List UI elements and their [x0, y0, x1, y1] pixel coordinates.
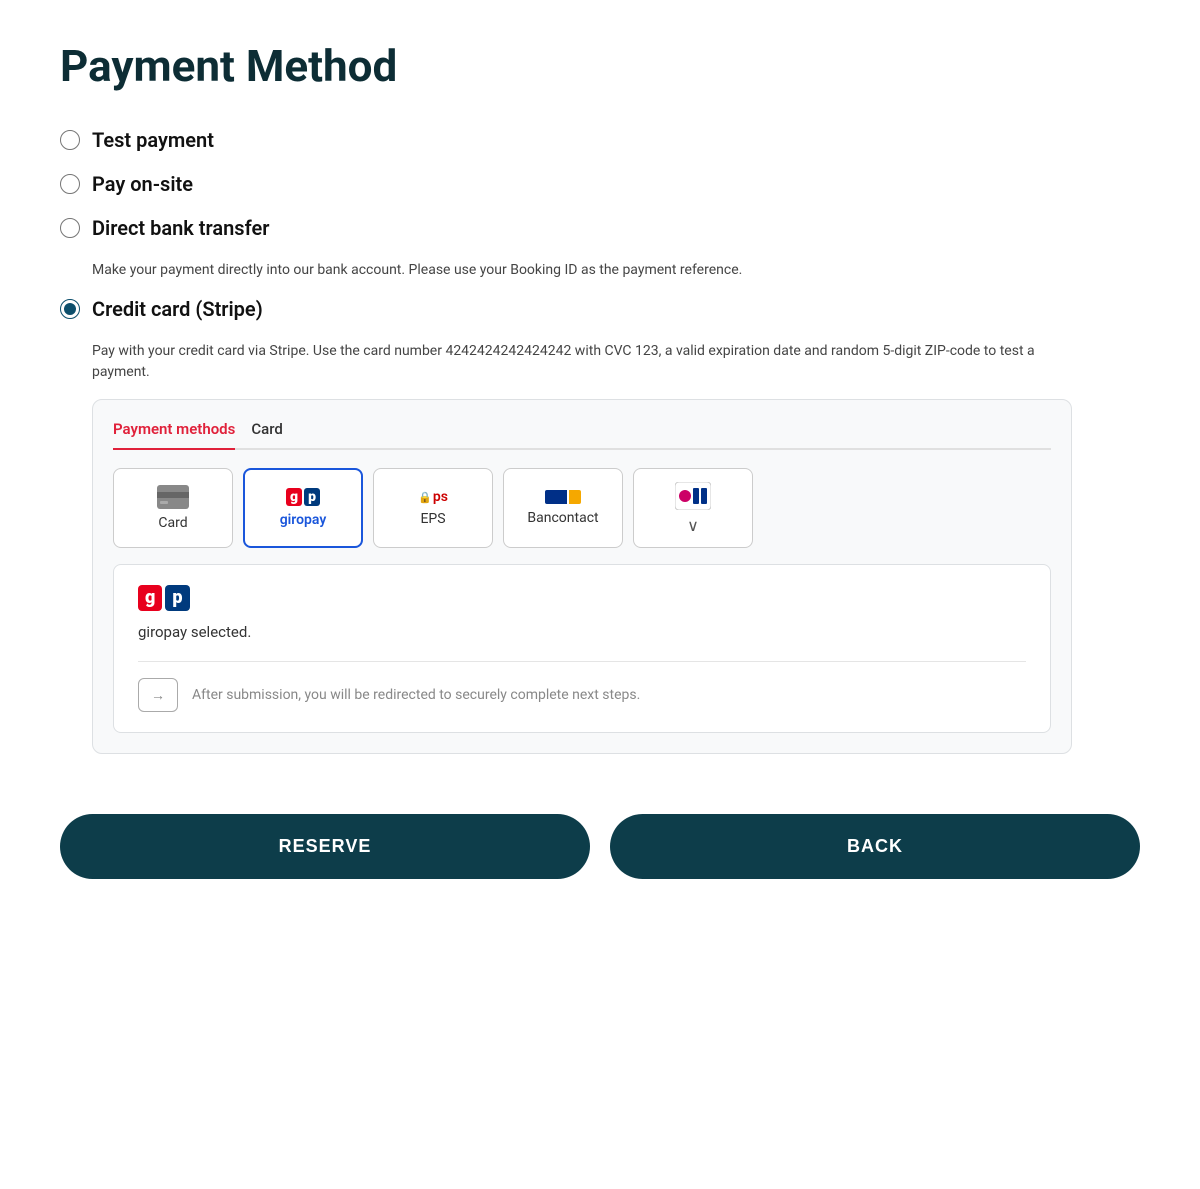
- method-bancontact[interactable]: Bancontact: [503, 468, 623, 548]
- stripe-payment-box: Payment methods Card Card g p giropay 🔒: [92, 399, 1072, 754]
- redirect-icon: [138, 678, 178, 712]
- selected-payment-info: g p giropay selected. After submission, …: [113, 564, 1051, 733]
- card-icon: [157, 485, 189, 509]
- reserve-button[interactable]: RESERVE: [60, 814, 590, 879]
- radio-pay-on-site[interactable]: [60, 174, 80, 194]
- radio-option-direct-bank: Direct bank transfer: [60, 216, 1140, 240]
- back-button[interactable]: BACK: [610, 814, 1140, 879]
- giropay-selected-logo: g p: [138, 585, 1026, 611]
- radio-label-direct-bank[interactable]: Direct bank transfer: [92, 216, 269, 240]
- eps-logo: 🔒 ps: [418, 489, 448, 505]
- redirect-text: After submission, you will be redirected…: [192, 687, 640, 703]
- method-giropay-label: giropay: [280, 512, 327, 528]
- payment-methods-grid: Card g p giropay 🔒 ps EPS Bancontact: [113, 468, 1051, 548]
- stripe-tabs: Payment methods Card: [113, 420, 1051, 450]
- radio-option-test-payment: Test payment: [60, 128, 1140, 152]
- more-chevron: ∨: [687, 516, 699, 535]
- giropay-logo: g p: [286, 488, 320, 506]
- method-card-label: Card: [158, 515, 187, 531]
- radio-label-credit-card[interactable]: Credit card (Stripe): [92, 297, 263, 321]
- radio-credit-card[interactable]: [60, 299, 80, 319]
- page-title: Payment Method: [60, 40, 1140, 92]
- method-card[interactable]: Card: [113, 468, 233, 548]
- radio-option-credit-card: Credit card (Stripe): [60, 297, 1140, 321]
- bancontact-logo: [545, 490, 581, 504]
- method-giropay[interactable]: g p giropay: [243, 468, 363, 548]
- radio-option-pay-on-site: Pay on-site: [60, 172, 1140, 196]
- direct-bank-description: Make your payment directly into our bank…: [92, 260, 1072, 281]
- method-eps[interactable]: 🔒 ps EPS: [373, 468, 493, 548]
- credit-card-description: Pay with your credit card via Stripe. Us…: [92, 341, 1072, 383]
- method-bancontact-label: Bancontact: [527, 510, 598, 526]
- method-more[interactable]: ∨: [633, 468, 753, 548]
- tab-payment-methods[interactable]: Payment methods: [113, 420, 235, 450]
- giropay-selected-text: giropay selected.: [138, 623, 1026, 641]
- tab-card[interactable]: Card: [251, 420, 283, 450]
- ideal-icon: [675, 482, 711, 510]
- radio-test-payment[interactable]: [60, 130, 80, 150]
- method-eps-label: EPS: [420, 511, 445, 527]
- radio-label-pay-on-site[interactable]: Pay on-site: [92, 172, 193, 196]
- bottom-buttons: RESERVE BACK: [60, 814, 1140, 879]
- radio-label-test-payment[interactable]: Test payment: [92, 128, 214, 152]
- radio-direct-bank[interactable]: [60, 218, 80, 238]
- redirect-info: After submission, you will be redirected…: [138, 661, 1026, 712]
